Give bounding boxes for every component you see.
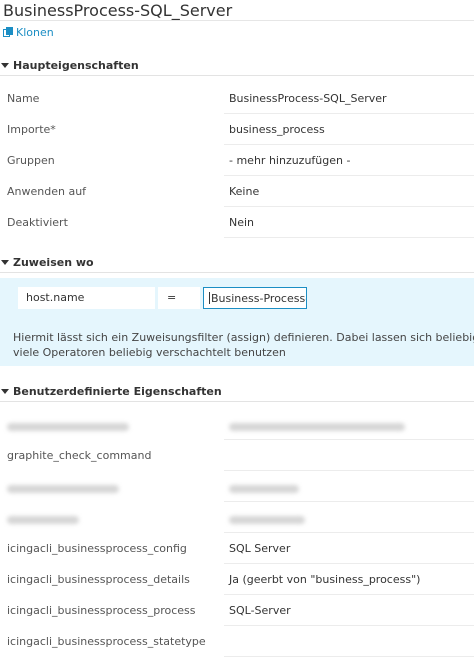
- redacted-value: [224, 502, 474, 533]
- property-value[interactable]: Ja (geerbt von "business_process"): [224, 564, 474, 595]
- property-row-redacted: [0, 409, 474, 440]
- property-row-graphite-check-command: graphite_check_command: [0, 440, 474, 471]
- property-value[interactable]: BusinessProcess-SQL_Server: [224, 83, 474, 114]
- section-main-properties[interactable]: Haupteigenschaften: [0, 56, 474, 76]
- collapse-triangle-icon: [1, 63, 9, 68]
- property-row-disabled: Deaktiviert Nein: [0, 207, 474, 238]
- property-row-bp-config: icingacli_businessprocess_config SQL Ser…: [0, 533, 474, 564]
- assign-value-text: Business-Process-D: [211, 292, 307, 305]
- clone-label: Klonen: [16, 26, 54, 39]
- title-divider: [0, 20, 474, 21]
- clone-link[interactable]: Klonen: [3, 26, 54, 39]
- property-label: Importe*: [7, 123, 56, 136]
- property-label: icingacli_businessprocess_details: [7, 573, 190, 586]
- property-value[interactable]: Keine: [224, 176, 474, 207]
- section-title: Haupteigenschaften: [13, 59, 139, 72]
- section-custom-properties[interactable]: Benutzerdefinierte Eigenschaften: [0, 382, 474, 402]
- property-value[interactable]: [224, 440, 474, 471]
- assign-property-field[interactable]: host.name: [18, 287, 155, 309]
- property-row-redacted: [0, 502, 474, 533]
- property-row-groups: Gruppen - mehr hinzuzufügen -: [0, 145, 474, 176]
- property-value[interactable]: SQL Server: [224, 533, 474, 564]
- collapse-triangle-icon: [1, 260, 9, 265]
- property-label: Gruppen: [7, 154, 55, 167]
- property-value[interactable]: Nein: [224, 207, 474, 238]
- property-label: Deaktiviert: [7, 216, 68, 229]
- property-row-bp-process: icingacli_businessprocess_process SQL-Se…: [0, 595, 474, 626]
- property-label: icingacli_businessprocess_config: [7, 542, 187, 555]
- property-row-bp-details: icingacli_businessprocess_details Ja (ge…: [0, 564, 474, 595]
- property-value[interactable]: SQL-Server: [224, 595, 474, 626]
- redacted-value: [224, 471, 474, 502]
- text-cursor: [209, 292, 210, 304]
- property-value[interactable]: [224, 626, 474, 657]
- assign-operator-select[interactable]: =: [158, 287, 200, 309]
- redacted-value: [224, 409, 474, 440]
- property-row-redacted: [0, 471, 474, 502]
- page-title: BusinessProcess-SQL_Server: [3, 1, 233, 20]
- redacted-label: [7, 420, 129, 433]
- section-assign-where[interactable]: Zuweisen wo: [0, 253, 474, 273]
- section-title: Benutzerdefinierte Eigenschaften: [13, 385, 222, 398]
- assign-hint-text: Hiermit lässt sich ein Zuweisungsfilter …: [13, 331, 474, 359]
- property-row-bp-statetype: icingacli_businessprocess_statetype: [0, 626, 474, 657]
- clone-icon: [3, 27, 14, 38]
- property-row-imports: Importe* business_process: [0, 114, 474, 145]
- property-label: Name: [7, 92, 40, 105]
- property-row-apply-to: Anwenden auf Keine: [0, 176, 474, 207]
- property-label: icingacli_businessprocess_statetype: [7, 635, 206, 648]
- property-row-name: Name BusinessProcess-SQL_Server: [0, 83, 474, 114]
- property-label: graphite_check_command: [7, 449, 152, 462]
- property-value[interactable]: - mehr hinzuzufügen -: [224, 145, 474, 176]
- redacted-label: [7, 482, 119, 495]
- assign-value-input[interactable]: Business-Process-D: [203, 287, 307, 309]
- collapse-triangle-icon: [1, 389, 9, 394]
- property-value[interactable]: business_process: [224, 114, 474, 145]
- redacted-label: [7, 513, 79, 526]
- property-label: icingacli_businessprocess_process: [7, 604, 196, 617]
- assign-filter-panel: host.name = Business-Process-D Hiermit l…: [0, 278, 474, 366]
- property-label: Anwenden auf: [7, 185, 87, 198]
- section-title: Zuweisen wo: [13, 256, 94, 269]
